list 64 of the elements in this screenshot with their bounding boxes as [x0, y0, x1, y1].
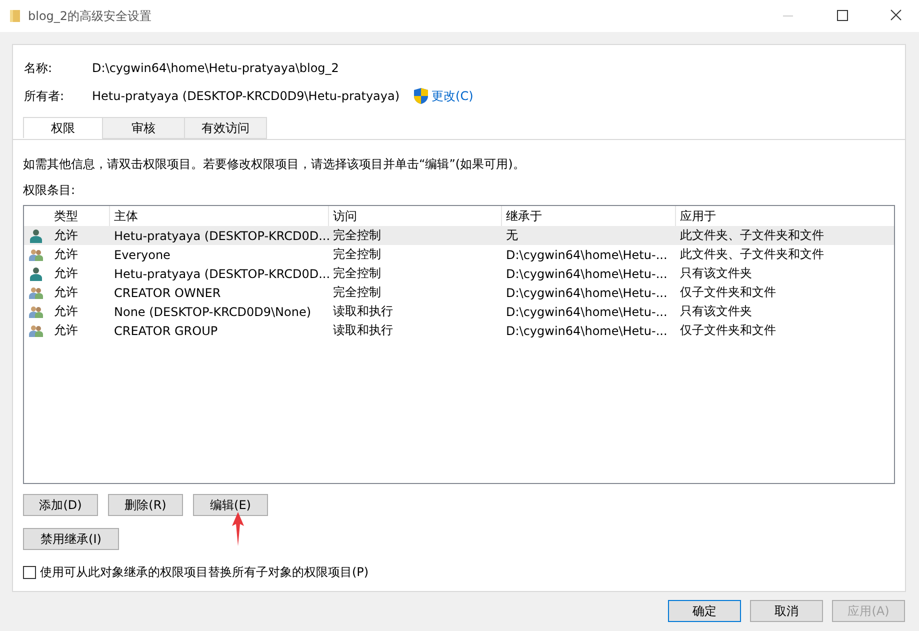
- table-cell-text: D:\cygwin64\home\Hetu-...: [505, 324, 668, 338]
- entry-button[interactable]: 删除(R): [108, 494, 183, 516]
- path-value: D:\cygwin64\home\Hetu-pratyaya\blog_2: [92, 61, 339, 75]
- table-cell-text: 此文件夹、子文件夹和文件: [679, 246, 825, 263]
- table-row[interactable]: 允许 Hetu-pratyaya (DESKTOP-KRCD0D... 完全控制 无 此文件夹、子文件夹和文件: [24, 226, 894, 245]
- table-cell-text: CREATOR OWNER: [113, 286, 222, 300]
- table-cell-text: 允许: [53, 265, 79, 282]
- user-icon: [29, 228, 43, 242]
- table-cell-text: D:\cygwin64\home\Hetu-...: [505, 266, 668, 280]
- table-cell-text: 完全控制: [332, 246, 382, 263]
- table-row[interactable]: 允许 Everyone 完全控制 D:\cygwin64\home\Hetu-... 此文件夹、子文件夹和文件: [24, 245, 894, 264]
- info-text: 如需其他信息，请双击权限项目。若要修改权限项目，请选择该项目并单击“编辑”(如果可用)。: [23, 156, 526, 173]
- table-cell-text: 完全控制: [332, 265, 382, 282]
- table-cell-text: Everyone: [113, 248, 172, 262]
- table-cell-text: 允许: [53, 227, 79, 244]
- table-cell-text: 仅子文件夹和文件: [679, 284, 777, 301]
- table-cell-text: D:\cygwin64\home\Hetu-...: [505, 286, 668, 300]
- table-cell-text: 只有该文件夹: [679, 303, 753, 320]
- replace-permissions-checkbox[interactable]: 使用可从此对象继承的权限项目替换所有子对象的权限项目(P): [23, 564, 895, 581]
- table-cell-text: 完全控制: [332, 227, 382, 244]
- table-cell-text: D:\cygwin64\home\Hetu-...: [505, 248, 668, 262]
- table-cell-text: 仅子文件夹和文件: [679, 322, 777, 339]
- group-icon: [29, 304, 43, 318]
- group-icon: [29, 324, 43, 338]
- tab[interactable]: 有效访问: [184, 117, 267, 139]
- table-cell-text: 允许: [53, 322, 79, 339]
- column-header[interactable]: 应用于: [676, 206, 894, 226]
- shield-icon: [414, 88, 428, 104]
- entry-button[interactable]: 添加(D): [23, 494, 98, 516]
- table-cell-text: 此文件夹、子文件夹和文件: [679, 227, 825, 244]
- group-icon: [29, 286, 43, 300]
- owner-label: 所有者:: [23, 88, 66, 104]
- tab[interactable]: 审核: [102, 117, 185, 139]
- table-cell-text: 读取和执行: [332, 322, 394, 339]
- table-cell-text: D:\cygwin64\home\Hetu-...: [505, 304, 668, 318]
- group-icon: [29, 248, 43, 262]
- table-row[interactable]: 允许 CREATOR GROUP 读取和执行 D:\cygwin64\home\Hetu-... 仅子文件夹和文件: [24, 321, 894, 340]
- window-title: blog_2的高级安全设置: [28, 8, 153, 24]
- owner-value: Hetu-pratyaya (DESKTOP-KRCD0D9\Hetu-pratyaya): [92, 89, 400, 103]
- table-cell-text: 读取和执行: [332, 303, 394, 320]
- disable-inheritance-button[interactable]: 禁用继承(I): [23, 528, 119, 550]
- folder-icon: [10, 9, 20, 23]
- table-cell-text: Hetu-pratyaya (DESKTOP-KRCD0D...: [113, 228, 329, 242]
- table-cell-text: None (DESKTOP-KRCD0D9\None): [113, 304, 312, 318]
- table-cell-text: 只有该文件夹: [679, 265, 753, 282]
- user-icon: [29, 266, 43, 280]
- table-cell-text: Hetu-pratyaya (DESKTOP-KRCD0D...: [113, 266, 329, 280]
- annotation-arrow: [231, 512, 245, 546]
- table-row[interactable]: 允许 Hetu-pratyaya (DESKTOP-KRCD0D... 完全控制 D:\cygwin64\home\Hetu-... 只有该文件夹: [24, 264, 894, 283]
- dialog-button[interactable]: 确定: [668, 600, 741, 622]
- table-cell-text: 无: [505, 227, 519, 244]
- dialog-button[interactable]: 取消: [750, 600, 823, 622]
- entry-button[interactable]: 编辑(E): [193, 494, 268, 516]
- table-cell-text: CREATOR GROUP: [113, 324, 219, 338]
- table-cell-text: 完全控制: [332, 284, 382, 301]
- name-label: 名称:: [23, 60, 54, 76]
- table-cell-text: 允许: [53, 303, 79, 320]
- table-cell-text: 允许: [53, 246, 79, 263]
- table-cell-text: 允许: [53, 284, 79, 301]
- table-row[interactable]: 允许 CREATOR OWNER 完全控制 D:\cygwin64\home\Hetu-... 仅子文件夹和文件: [24, 283, 894, 302]
- entries-label: 权限条目:: [23, 182, 76, 199]
- tab[interactable]: 权限: [23, 117, 103, 138]
- change-owner-link[interactable]: 更改(C): [432, 88, 474, 104]
- table-row[interactable]: 允许 None (DESKTOP-KRCD0D9\None) 读取和执行 D:\cygwin64\home\Hetu-... 只有该文件夹: [24, 302, 894, 321]
